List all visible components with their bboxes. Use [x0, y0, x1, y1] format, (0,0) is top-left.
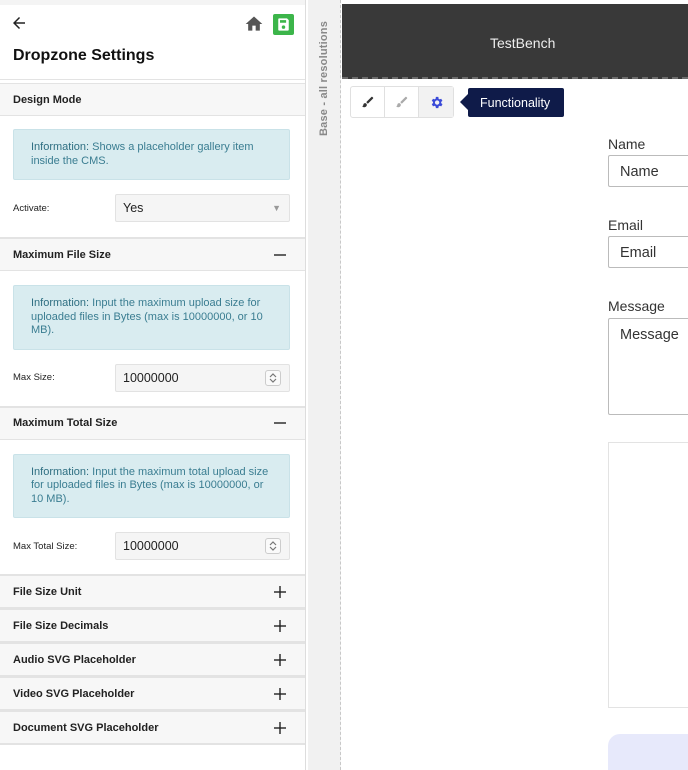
max-total-size-row: Max Total Size: 10000000 [13, 532, 290, 560]
back-button[interactable] [10, 14, 30, 34]
name-placeholder: Name [620, 164, 659, 180]
section-header-file-size-decimals[interactable]: File Size Decimals [0, 609, 305, 642]
section-video-svg-placeholder: Video SVG Placeholder [0, 677, 305, 711]
email-input[interactable]: Email [608, 236, 688, 268]
max-size-row: Max Size: 10000000 [13, 363, 290, 392]
element-toolbar [350, 86, 454, 118]
message-textarea[interactable]: Message [608, 318, 688, 415]
activate-value: Yes [123, 201, 144, 215]
info-label: Information: [31, 297, 90, 309]
email-label: Email [608, 217, 644, 233]
resolution-label: Base - all resolutions [318, 20, 330, 136]
minus-icon[interactable] [273, 248, 287, 262]
max-total-size-input[interactable]: 10000000 [115, 532, 290, 560]
section-header-document-svg[interactable]: Document SVG Placeholder [0, 711, 305, 744]
max-total-size-value: 10000000 [123, 539, 179, 553]
stepper-icon[interactable] [265, 538, 281, 554]
section-max-file-size: Maximum File Size Information: Input the… [0, 238, 305, 407]
section-title: File Size Decimals [13, 619, 109, 632]
section-design-mode: Design Mode Information: Shows a placeho… [0, 83, 305, 238]
max-size-input[interactable]: 10000000 [115, 363, 290, 392]
section-title: Maximum Total Size [13, 417, 118, 429]
section-header-file-size-unit[interactable]: File Size Unit [0, 575, 305, 608]
section-header-video-svg[interactable]: Video SVG Placeholder [0, 677, 305, 710]
arrow-left-icon [13, 17, 25, 29]
name-label: Name [608, 136, 646, 152]
dropzone-area[interactable] [608, 442, 688, 708]
plus-icon[interactable] [273, 687, 287, 701]
plus-icon[interactable] [273, 721, 287, 735]
section-title: File Size Unit [13, 585, 82, 598]
style-disabled-button[interactable] [385, 87, 419, 117]
functionality-tooltip: Functionality [459, 88, 565, 117]
resolution-ruler: Base - all resolutions [308, 0, 341, 770]
section-title: Audio SVG Placeholder [13, 653, 136, 666]
style-button[interactable] [351, 87, 385, 117]
message-label: Message [608, 298, 665, 314]
section-header-max-total-size[interactable]: Maximum Total Size [0, 406, 305, 440]
section-document-svg-placeholder: Document SVG Placeholder [0, 711, 305, 745]
minus-icon[interactable] [273, 416, 287, 430]
info-box: Information: Shows a placeholder gallery… [13, 129, 290, 180]
section-title: Video SVG Placeholder [13, 687, 135, 700]
section-file-size-decimals: File Size Decimals [0, 609, 305, 643]
section-header-audio-svg[interactable]: Audio SVG Placeholder [0, 643, 305, 676]
preview-canvas: TestBench Functionality Name Name Email … [342, 0, 688, 770]
functionality-button[interactable] [419, 87, 453, 117]
brush-icon [361, 96, 373, 108]
section-audio-svg-placeholder: Audio SVG Placeholder [0, 643, 305, 677]
panel-header: Dropzone Settings [0, 0, 305, 80]
section-title: Document SVG Placeholder [13, 721, 159, 734]
settings-panel: Dropzone Settings Design Mode Informatio… [0, 0, 306, 770]
plus-icon[interactable] [273, 585, 287, 599]
home-button[interactable] [244, 14, 266, 36]
activate-select[interactable]: Yes ▼ [115, 194, 290, 222]
caret-down-icon: ▼ [272, 203, 281, 213]
save-button[interactable] [273, 14, 294, 35]
email-placeholder: Email [620, 245, 657, 261]
section-header-max-file-size[interactable]: Maximum File Size [0, 238, 305, 271]
section-title: Design Mode [13, 93, 82, 106]
section-header-design-mode[interactable]: Design Mode [0, 83, 305, 116]
info-box: Information: Input the maximum total upl… [13, 453, 290, 518]
activate-label: Activate: [13, 202, 50, 214]
max-size-value: 10000000 [123, 370, 179, 385]
activate-row: Activate: Yes ▼ [13, 194, 290, 222]
top-divider [0, 0, 305, 5]
max-total-size-label: Max Total Size: [13, 540, 78, 552]
dropzone-placeholder [608, 734, 688, 770]
brush-disabled-icon [395, 96, 407, 108]
max-size-label: Max Size: [13, 372, 55, 383]
app-header[interactable]: TestBench [342, 4, 688, 79]
home-icon [245, 16, 263, 31]
section-max-total-size: Maximum Total Size Information: Input th… [0, 406, 305, 575]
gear-icon [431, 96, 442, 108]
plus-icon[interactable] [273, 619, 287, 633]
info-label: Information: [31, 141, 90, 153]
section-file-size-unit: File Size Unit [0, 575, 305, 609]
section-title: Maximum File Size [13, 248, 111, 261]
info-box: Information: Input the maximum upload si… [13, 285, 290, 350]
name-input[interactable]: Name [608, 155, 688, 187]
plus-icon[interactable] [273, 653, 287, 667]
app-title: TestBench [490, 35, 556, 51]
save-icon [278, 18, 289, 31]
stepper-icon[interactable] [265, 369, 281, 386]
info-label: Information: [31, 465, 90, 478]
panel-title: Dropzone Settings [13, 47, 155, 64]
message-placeholder: Message [620, 327, 679, 343]
